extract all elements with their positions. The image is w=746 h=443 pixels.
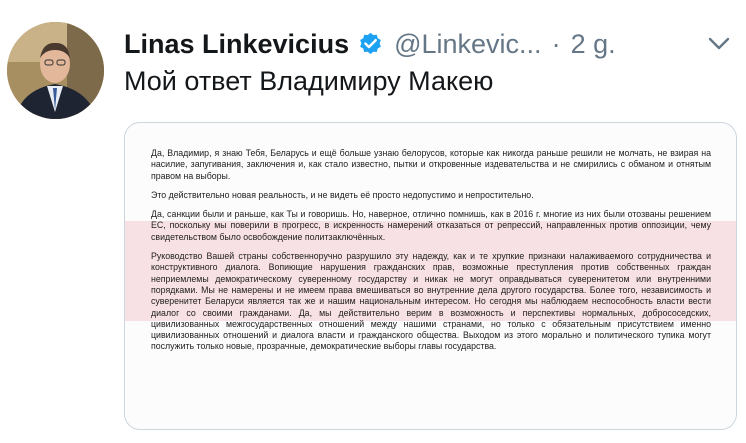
letter-paragraph: Это действительно новая реальность, и не…: [151, 189, 534, 200]
more-options-button[interactable]: [706, 30, 732, 56]
author-handle[interactable]: @Linkevic...: [394, 29, 541, 60]
author-name[interactable]: Linas Linkevicius: [124, 29, 349, 60]
author-avatar-photo: [7, 22, 104, 119]
letter-paragraph: Да, санкции были и раньше, как Ты и гово…: [151, 209, 711, 242]
author-avatar[interactable]: [7, 22, 104, 119]
letter-paragraph: Да, Владимир, я знаю Тебя, Беларусь и ещ…: [151, 148, 711, 181]
tweet-image[interactable]: Да, Владимир, я знаю Тебя, Беларусь и ещ…: [124, 122, 737, 430]
letter-document: Да, Владимир, я знаю Тебя, Беларусь и ещ…: [151, 148, 711, 361]
letter-paragraph: Руководство Вашей страны собственноручно…: [151, 251, 711, 352]
tweet-text: Мой ответ Владимиру Макею: [124, 66, 494, 96]
chevron-down-icon: [708, 37, 730, 50]
verified-badge-icon: [357, 31, 384, 58]
tweet-timestamp[interactable]: 2 g.: [571, 29, 616, 60]
tweet-header: Linas Linkevicius @Linkevic... · 2 g.: [124, 26, 746, 62]
separator-dot: ·: [551, 28, 561, 59]
